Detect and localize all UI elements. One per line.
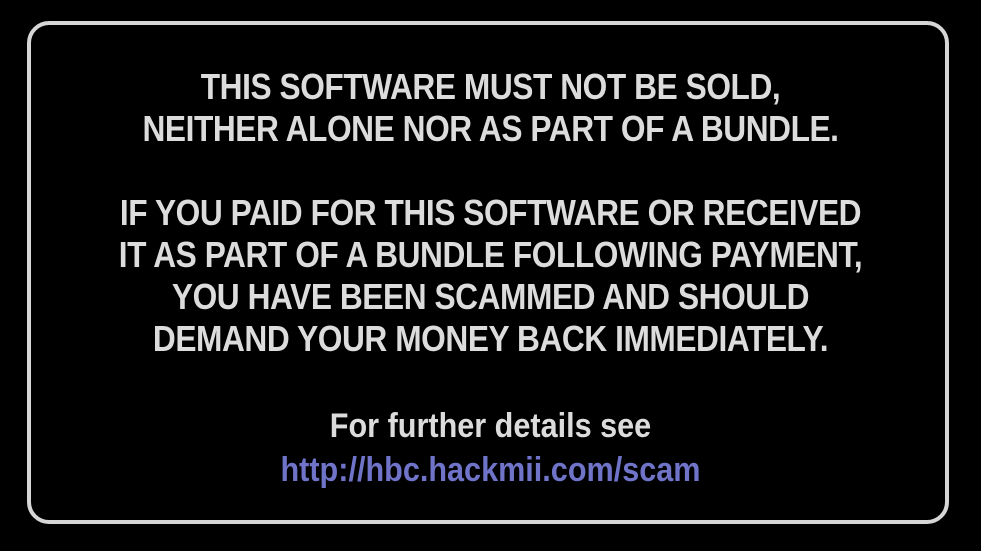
notice-line: NEITHER ALONE NOR AS PART OF A BUNDLE.: [142, 108, 839, 149]
scam-warning-screen: THIS SOFTWARE MUST NOT BE SOLD, NEITHER …: [0, 0, 981, 551]
notice-line: YOU HAVE BEEN SCAMMED AND SHOULD: [171, 276, 810, 317]
notice-line: DEMAND YOUR MONEY BACK IMMEDIATELY.: [152, 318, 829, 359]
notice-line: IF YOU PAID FOR THIS SOFTWARE OR RECEIVE…: [119, 192, 862, 233]
notice-line: IT AS PART OF A BUNDLE FOLLOWING PAYMENT…: [118, 234, 863, 275]
notice-line: THIS SOFTWARE MUST NOT BE SOLD,: [200, 66, 781, 107]
not-for-sale-notice: THIS SOFTWARE MUST NOT BE SOLD, NEITHER …: [59, 66, 922, 150]
scam-info-link[interactable]: http://hbc.hackmii.com/scam: [49, 448, 932, 492]
details-label: For further details see: [329, 407, 652, 445]
scam-notice: IF YOU PAID FOR THIS SOFTWARE OR RECEIVE…: [59, 192, 922, 360]
further-details: For further details see http://hbc.hackm…: [49, 404, 932, 492]
